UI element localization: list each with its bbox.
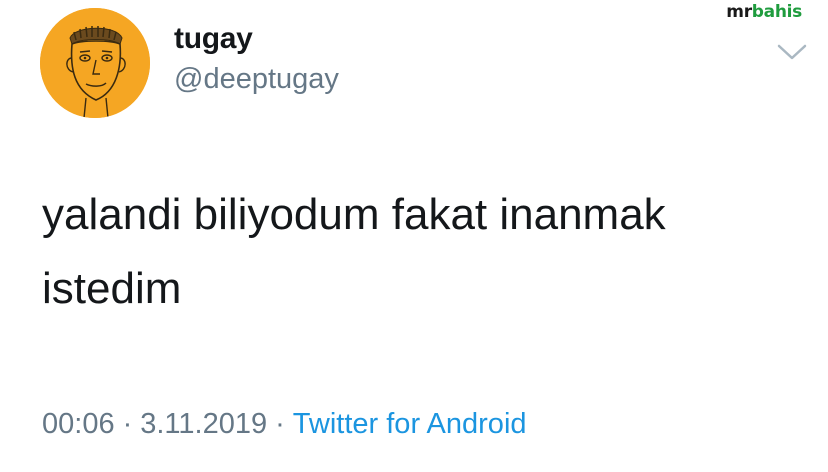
tweet-text-line-1: yalandi biliyodum fakat inanmak (42, 190, 666, 239)
watermark-part1: mr (726, 2, 752, 22)
meta-separator: · (122, 408, 133, 440)
tweet-text-line-2: istedim (42, 264, 182, 313)
watermark-logo: mrbahis (726, 2, 802, 22)
tweet-card: mrbahis tugay @deeptugay yalandi biliyod… (0, 0, 828, 472)
watermark-part2: bahis (751, 2, 803, 22)
chevron-down-icon[interactable] (776, 42, 808, 62)
tweet-meta: 00:06 · 3.11.2019 · Twitter for Android (42, 408, 527, 441)
tweet-source-link[interactable]: Twitter for Android (293, 408, 527, 440)
avatar[interactable] (40, 8, 150, 118)
tweet-text: yalandi biliyodum fakat inanmak istedim (42, 178, 802, 326)
tweet-time[interactable]: 00:06 (42, 408, 115, 440)
meta-separator: · (275, 408, 285, 440)
user-info[interactable]: tugay @deeptugay (174, 22, 339, 98)
sketched-face-avatar-icon (40, 8, 150, 118)
display-name[interactable]: tugay (174, 22, 339, 56)
user-handle[interactable]: @deeptugay (174, 60, 339, 98)
tweet-date[interactable]: 3.11.2019 (140, 408, 267, 440)
